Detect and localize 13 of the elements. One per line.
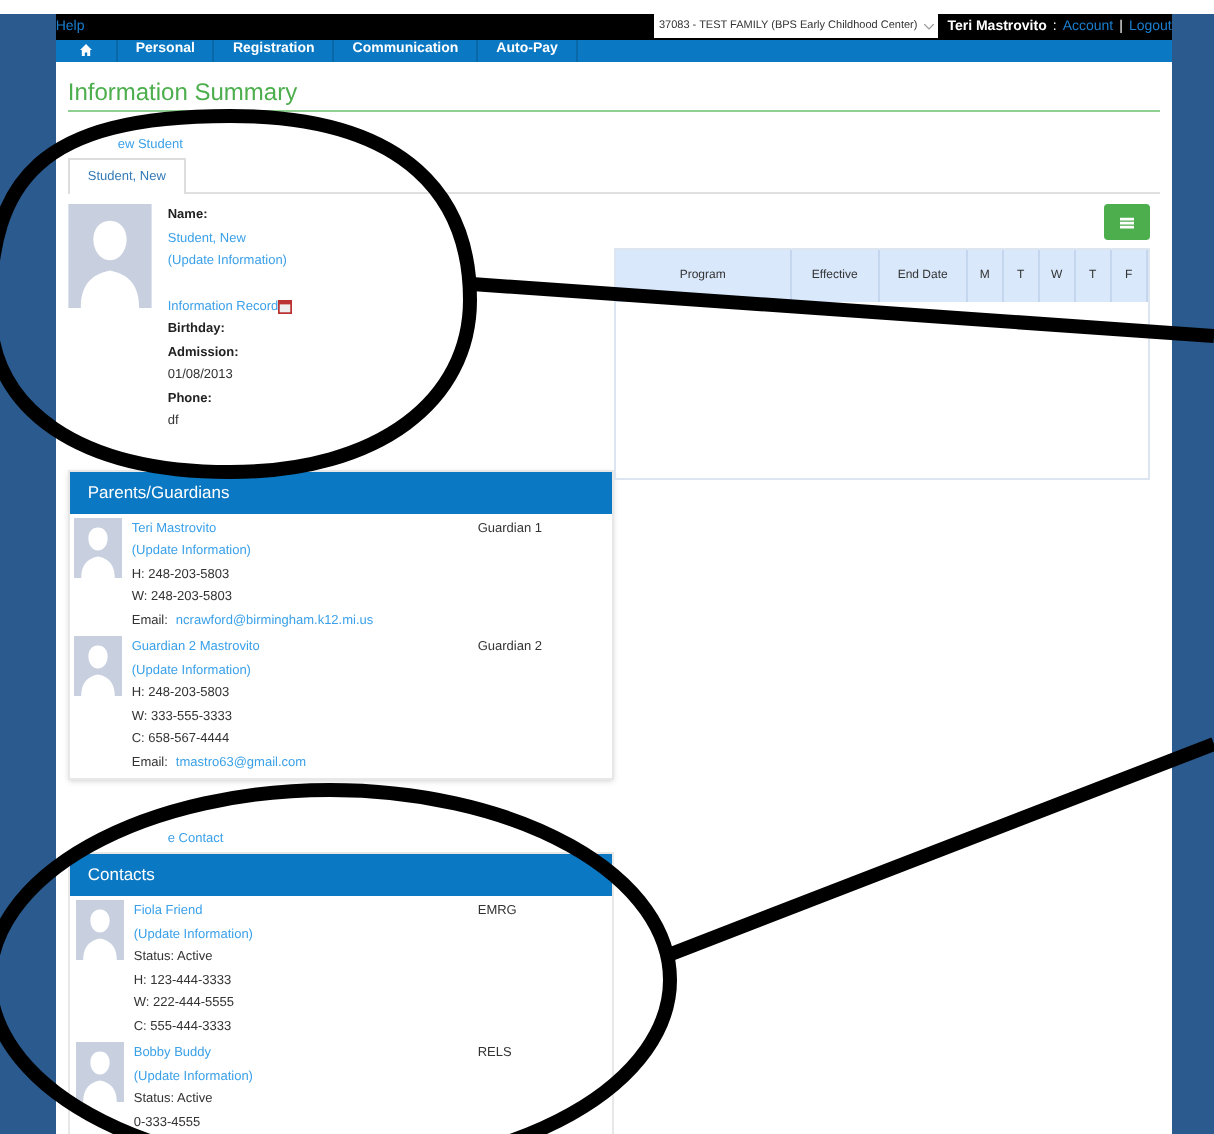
avatar-icon: [71, 517, 124, 578]
home-icon: [79, 44, 92, 57]
panel-header: Parents/Guardians: [69, 471, 612, 514]
menu-icon: [1119, 215, 1134, 230]
page-title: Information Summary: [67, 75, 1160, 111]
chevron-down-icon: [923, 23, 934, 29]
avatar-icon: [67, 204, 152, 309]
avatar-icon: [73, 900, 126, 960]
menu-button[interactable]: [1103, 204, 1150, 241]
avatar-icon: [73, 1042, 126, 1102]
panel-header: Contacts: [69, 854, 612, 896]
calendar-icon: [278, 300, 293, 314]
avatar-icon: [71, 636, 124, 697]
